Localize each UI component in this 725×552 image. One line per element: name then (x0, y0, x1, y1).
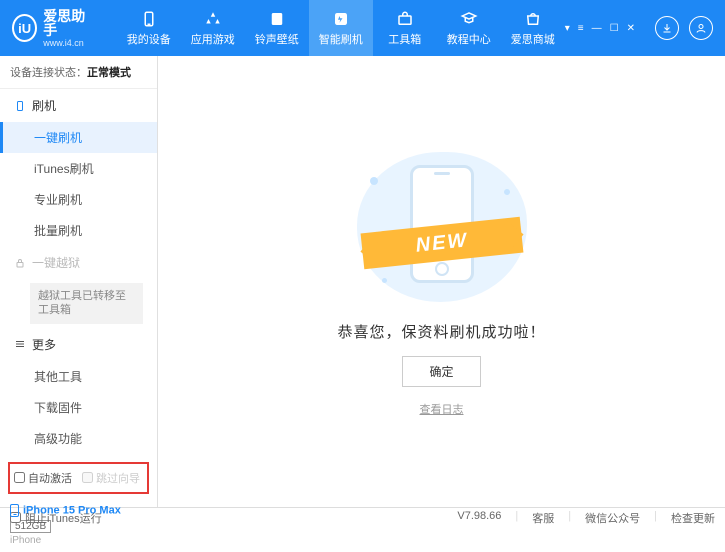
nav-ringtones[interactable]: 铃声壁纸 (245, 0, 309, 56)
flash-icon (332, 10, 350, 28)
success-illustration: NEW (352, 147, 532, 307)
auto-activate-checkbox[interactable]: 自动激活 (14, 470, 72, 486)
nav-apps-games[interactable]: 应用游戏 (181, 0, 245, 56)
sidebar-one-click-flash[interactable]: 一键刷机 (0, 122, 157, 153)
ok-button[interactable]: 确定 (402, 356, 480, 387)
nav-store[interactable]: 爱思商城 (501, 0, 565, 56)
jailbreak-moved-note[interactable]: 越狱工具已转移至工具箱 (30, 283, 143, 324)
skip-wizard-checkbox[interactable]: 跳过向导 (82, 470, 140, 486)
sidebar: 设备连接状态：正常模式 刷机 一键刷机 iTunes刷机 专业刷机 批量刷机 一… (0, 56, 158, 507)
footer-update[interactable]: 检查更新 (671, 510, 715, 526)
minimize-button[interactable]: — (592, 23, 602, 34)
device-status: 设备连接状态：正常模式 (0, 56, 157, 89)
nav-my-device[interactable]: 我的设备 (117, 0, 181, 56)
section-flash[interactable]: 刷机 (0, 89, 157, 122)
logo: iU 爱思助手 www.i4.cn (12, 9, 93, 48)
highlighted-options: 自动激活 跳过向导 (8, 462, 149, 494)
phone-small-icon (10, 504, 19, 517)
footer-wechat[interactable]: 微信公众号 (585, 510, 640, 526)
main-content: NEW 恭喜您，保资料刷机成功啦！ 确定 查看日志 (158, 56, 725, 507)
sidebar-itunes-flash[interactable]: iTunes刷机 (0, 153, 157, 184)
logo-mark: iU (12, 14, 37, 42)
sidebar-batch-flash[interactable]: 批量刷机 (0, 215, 157, 246)
download-button[interactable] (655, 16, 679, 40)
section-more[interactable]: 更多 (0, 328, 157, 361)
window-controls: ▾ ≡ — ☐ ✕ (565, 23, 635, 34)
nav-smart-flash[interactable]: 智能刷机 (309, 0, 373, 56)
toolbox-icon (396, 10, 414, 28)
version-label: V7.98.66 (457, 510, 501, 526)
list-icon[interactable]: ≡ (578, 23, 584, 34)
view-log-link[interactable]: 查看日志 (420, 401, 464, 417)
menu-dropdown-icon[interactable]: ▾ (565, 23, 570, 34)
menu-icon (14, 338, 26, 350)
top-nav: 我的设备 应用游戏 铃声壁纸 智能刷机 工具箱 教程中心 爱思商城 (117, 0, 565, 56)
phone-icon (14, 100, 26, 112)
device-type: iPhone (10, 535, 147, 546)
app-url: www.i4.cn (43, 39, 93, 48)
sidebar-other-tools[interactable]: 其他工具 (0, 361, 157, 392)
footer-support[interactable]: 客服 (532, 510, 554, 526)
apps-icon (204, 10, 222, 28)
nav-tutorials[interactable]: 教程中心 (437, 0, 501, 56)
sidebar-pro-flash[interactable]: 专业刷机 (0, 184, 157, 215)
block-itunes-checkbox[interactable]: 阻止iTunes运行 (10, 510, 102, 526)
success-message: 恭喜您，保资料刷机成功啦！ (337, 321, 545, 342)
maximize-button[interactable]: ☐ (610, 23, 619, 34)
store-icon (524, 10, 542, 28)
user-icon (695, 22, 707, 34)
title-bar: iU 爱思助手 www.i4.cn 我的设备 应用游戏 铃声壁纸 智能刷机 工具… (0, 0, 725, 56)
ringtone-icon (268, 10, 286, 28)
sidebar-advanced[interactable]: 高级功能 (0, 423, 157, 454)
tutorial-icon (460, 10, 478, 28)
close-button[interactable]: ✕ (627, 23, 635, 34)
section-jailbreak: 一键越狱 (0, 246, 157, 279)
nav-toolbox[interactable]: 工具箱 (373, 0, 437, 56)
user-button[interactable] (689, 16, 713, 40)
sidebar-download-firmware[interactable]: 下载固件 (0, 392, 157, 423)
device-icon (140, 10, 158, 28)
download-icon (661, 22, 673, 34)
lock-icon (14, 257, 26, 269)
app-title: 爱思助手 (43, 9, 93, 37)
